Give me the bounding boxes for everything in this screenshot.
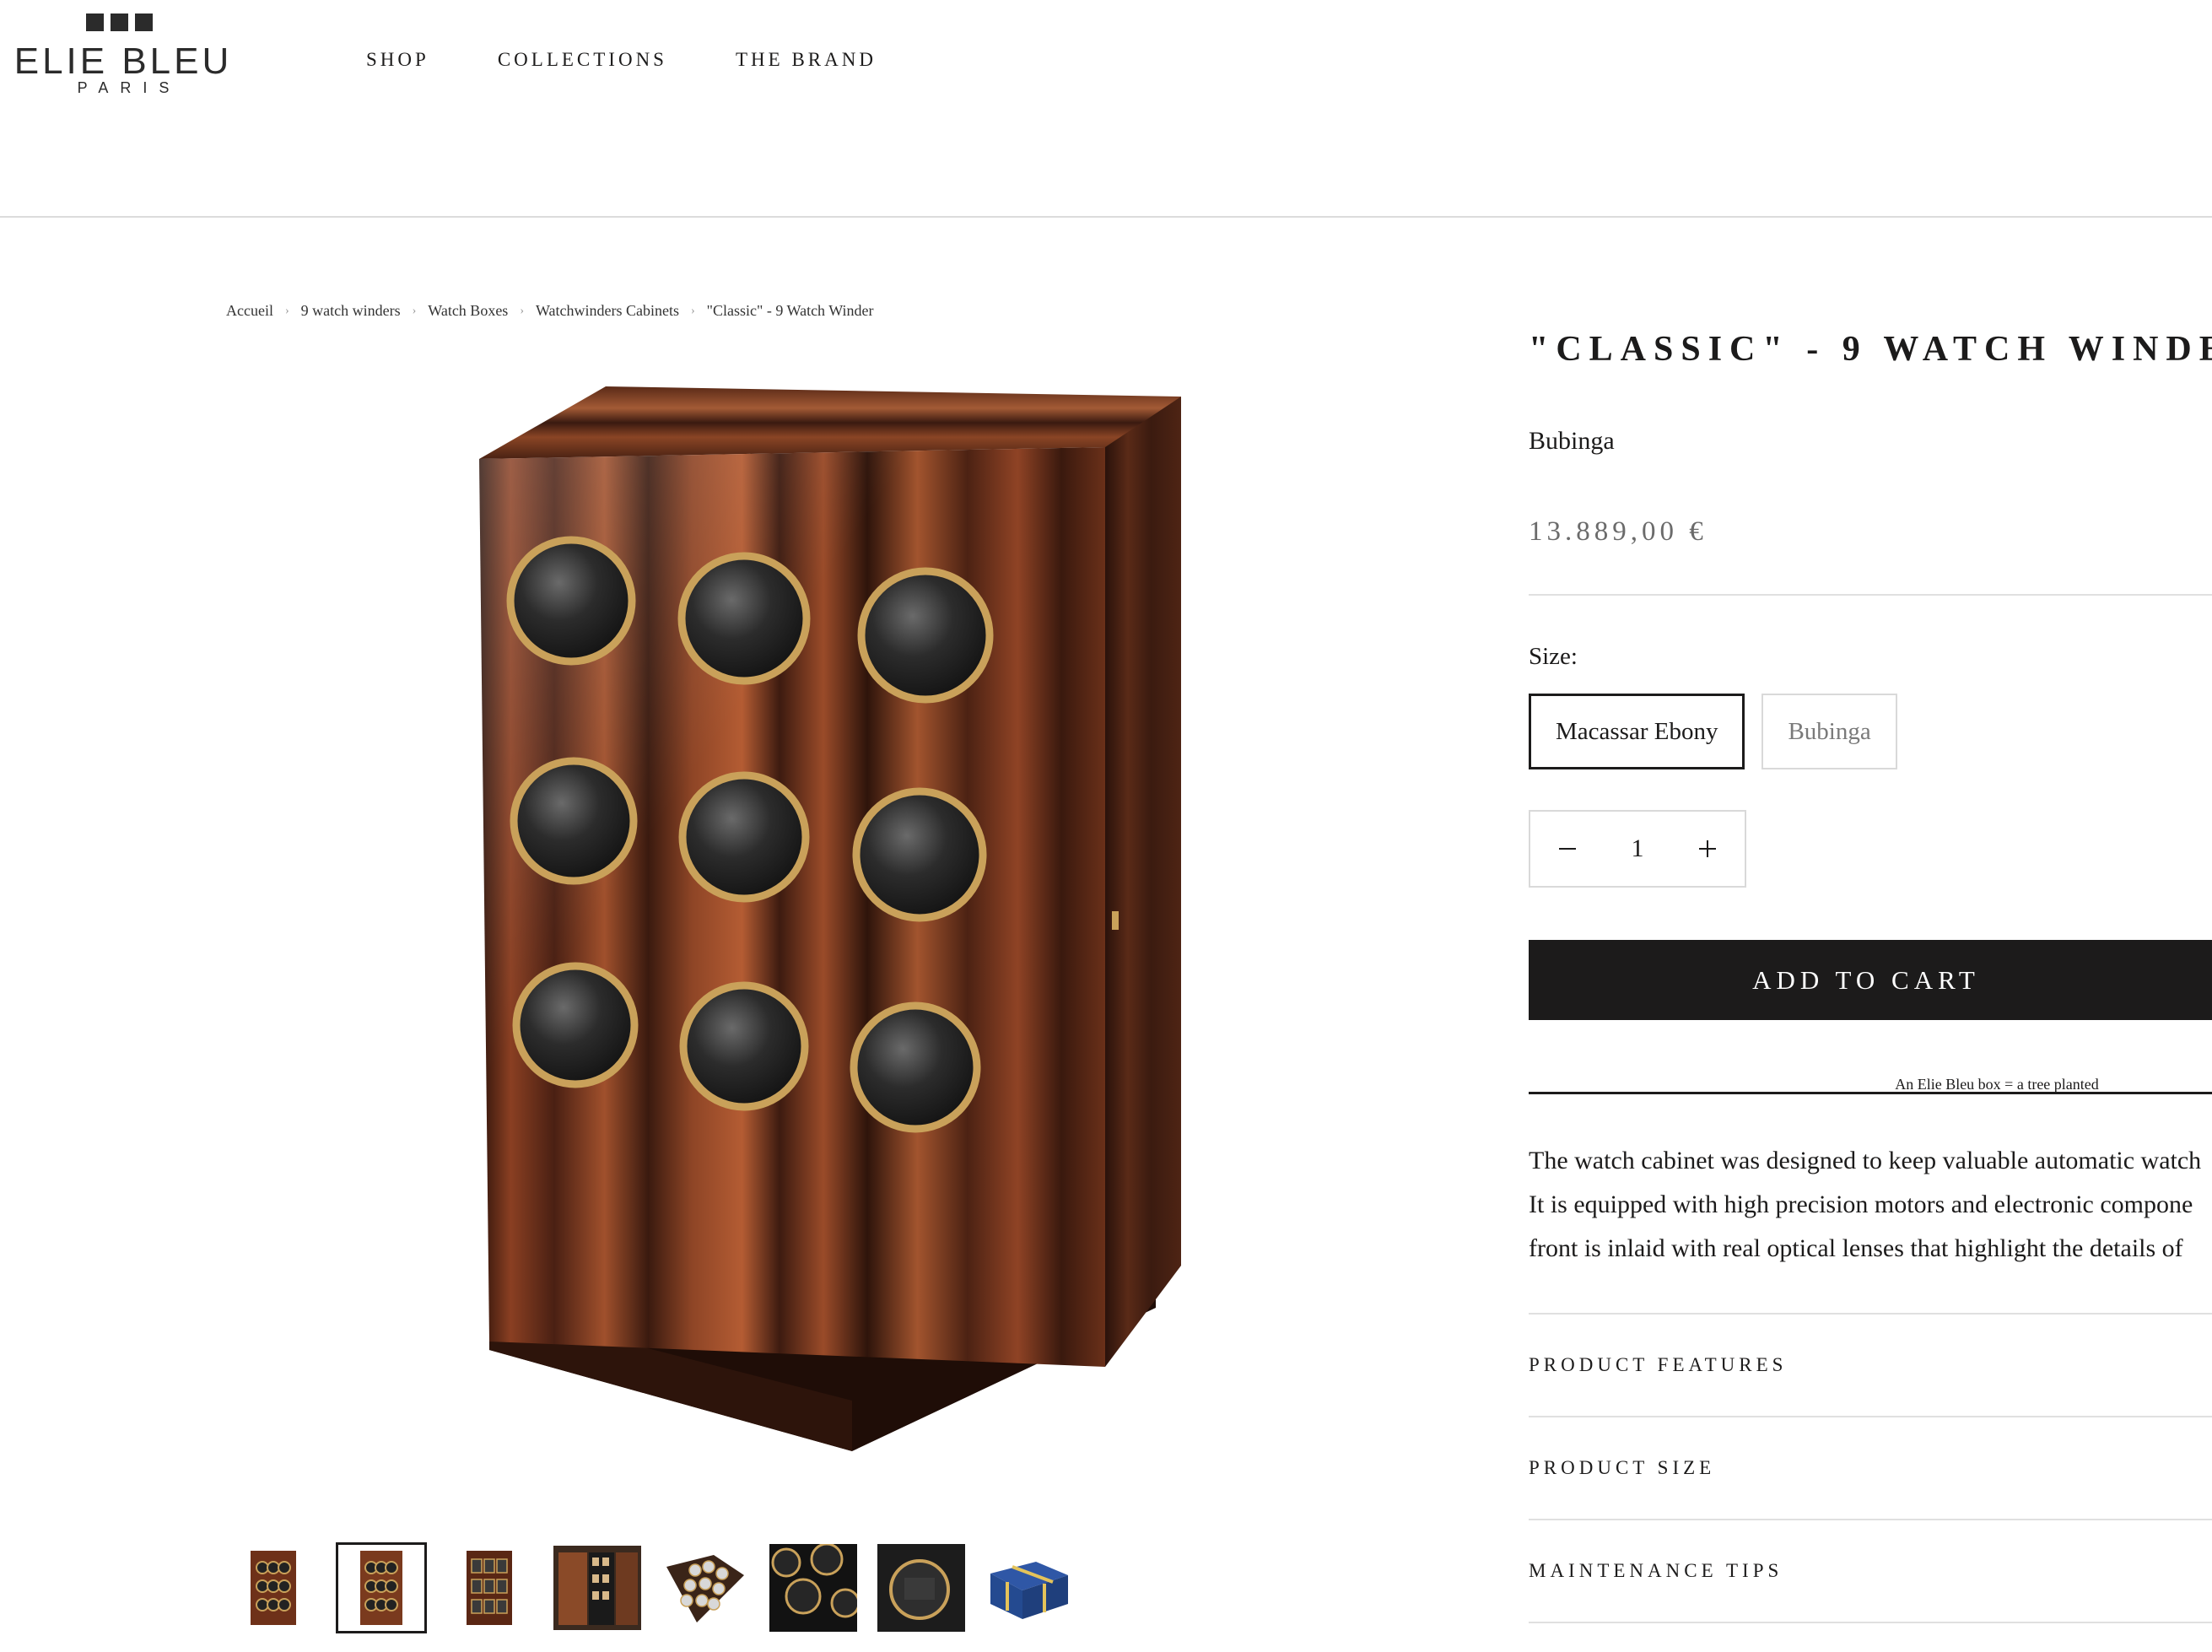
thumbnail-cabinet-lenses[interactable] xyxy=(660,1542,751,1633)
product-description: The watch cabinet was designed to keep v… xyxy=(1529,1139,2212,1271)
breadcrumb-item-9-watch-winders[interactable]: 9 watch winders xyxy=(301,302,401,320)
product-price: 13.889,00 € xyxy=(1529,516,1708,547)
nav-collections[interactable]: COLLECTIONS xyxy=(498,49,667,71)
add-to-cart-button[interactable]: ADD TO CART xyxy=(1529,940,2212,1020)
logo-subtitle: PARIS xyxy=(77,79,181,96)
main-nav: SHOP COLLECTIONS THE BRAND xyxy=(366,49,877,71)
breadcrumb-separator-icon: › xyxy=(691,304,695,317)
breadcrumb-item-watch-boxes[interactable]: Watch Boxes xyxy=(428,302,508,320)
accordion-label: PRODUCT SIZE xyxy=(1529,1457,1716,1478)
minus-icon[interactable] xyxy=(1556,837,1579,861)
thumbnail-cabinet-open[interactable] xyxy=(552,1542,643,1633)
thumbnail-gift-box[interactable] xyxy=(984,1542,1075,1633)
breadcrumb-separator-icon: › xyxy=(284,304,289,317)
quantity-value[interactable]: 1 xyxy=(1632,834,1644,863)
description-line: The watch cabinet was designed to keep v… xyxy=(1529,1147,2202,1174)
brand-logo[interactable]: ELIE BLEU PARIS xyxy=(10,12,236,100)
description-line: front is inlaid with real optical lenses… xyxy=(1529,1234,2183,1262)
selected-variant-name: Bubinga xyxy=(1529,427,1615,455)
size-options: Macassar Ebony Bubinga xyxy=(1529,694,1897,769)
product-main-image[interactable] xyxy=(456,371,1198,1460)
breadcrumb-item-current: "Classic" - 9 Watch Winder xyxy=(706,302,874,319)
breadcrumb-item-watchwinders-cabinets[interactable]: Watchwinders Cabinets xyxy=(536,302,679,320)
size-label: Size: xyxy=(1529,643,1578,670)
site-header: ELIE BLEU PARIS SHOP COLLECTIONS THE BRA… xyxy=(0,0,2212,218)
product-title: "CLASSIC" - 9 WATCH WINDER xyxy=(1529,330,2212,369)
nav-the-brand[interactable]: THE BRAND xyxy=(736,49,877,71)
thumbnail-lens-detail[interactable] xyxy=(876,1542,967,1633)
breadcrumb: Accueil › 9 watch winders › Watch Boxes … xyxy=(226,302,874,320)
nav-shop[interactable]: SHOP xyxy=(366,49,429,71)
breadcrumb-item-home[interactable]: Accueil xyxy=(226,302,273,320)
divider xyxy=(1529,594,2212,596)
breadcrumb-separator-icon: › xyxy=(520,304,524,317)
thumbnail-cabinet-side[interactable] xyxy=(444,1542,535,1633)
thumbnail-lens-closeup[interactable] xyxy=(768,1542,859,1633)
tree-planted-text: An Elie Bleu box = a tree planted xyxy=(1895,1076,2099,1093)
divider xyxy=(1529,1622,2212,1623)
breadcrumb-separator-icon: › xyxy=(412,304,417,317)
thumbnail-cabinet-front[interactable] xyxy=(228,1542,319,1633)
thumbnail-cabinet-angle[interactable] xyxy=(336,1542,427,1633)
accordion-product-size[interactable]: PRODUCT SIZE xyxy=(1529,1416,2212,1519)
logo-name: ELIE BLEU xyxy=(13,40,233,82)
plus-icon[interactable] xyxy=(1696,837,1719,861)
description-line: It is equipped with high precision motor… xyxy=(1529,1190,2193,1218)
tree-planted-note[interactable]: An Elie Bleu box = a tree planted xyxy=(1529,1077,2212,1094)
accordion-label: PRODUCT FEATURES xyxy=(1529,1354,1788,1375)
product-info: "CLASSIC" - 9 WATCH WINDER Bubinga 13.88… xyxy=(1529,329,2212,1623)
accordion-maintenance-tips[interactable]: MAINTENANCE TIPS xyxy=(1529,1519,2212,1622)
size-option-macassar-ebony[interactable]: Macassar Ebony xyxy=(1529,694,1745,769)
quantity-stepper: 1 xyxy=(1529,810,1746,888)
size-option-bubinga[interactable]: Bubinga xyxy=(1762,694,1897,769)
accordion-product-features[interactable]: PRODUCT FEATURES xyxy=(1529,1313,2212,1416)
thumbnail-strip xyxy=(228,1542,1075,1633)
logo-squares-icon xyxy=(86,13,153,31)
accordion-label: MAINTENANCE TIPS xyxy=(1529,1560,1783,1581)
